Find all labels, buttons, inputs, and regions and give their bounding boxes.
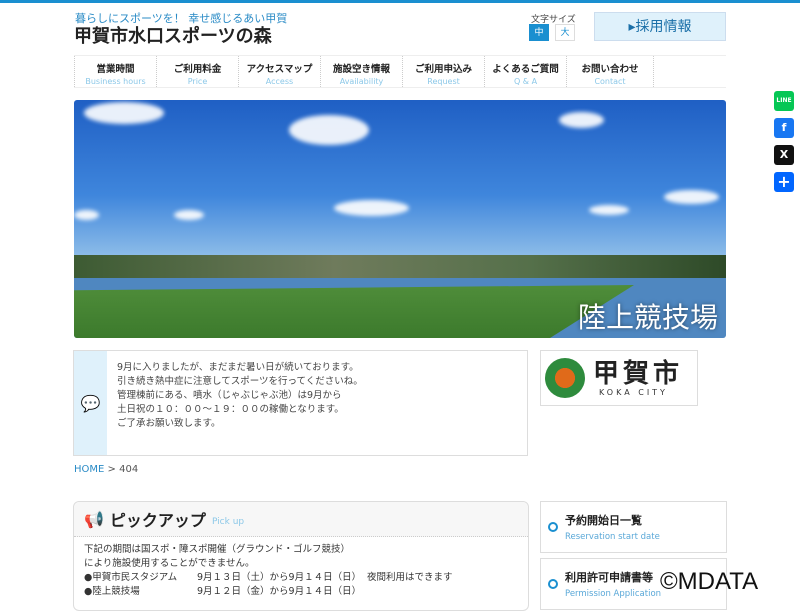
pickup-title: ピックアップ [109, 511, 206, 530]
breadcrumb-home[interactable]: HOME [74, 464, 104, 475]
row-dates: 9月１２日（金）から9月１４日（日） [197, 586, 362, 597]
nav-sublabel: Availability [339, 77, 384, 86]
hero-caption: 陸上競技場 [577, 301, 718, 334]
font-size-large-button[interactable]: 大 [555, 24, 575, 41]
nav-sublabel: Contact [594, 77, 626, 86]
line-icon[interactable]: LINE [774, 91, 794, 111]
share-plus-icon[interactable]: + [774, 172, 794, 192]
breadcrumb: HOME > 404 [74, 464, 138, 475]
hero-image: 陸上競技場 [74, 100, 726, 338]
nav-label: 営業時間 [96, 64, 135, 75]
circle-icon [548, 579, 558, 589]
notice-line: 9月に入りましたが、まだまだ暑い日が続いております。 [117, 362, 359, 373]
pickup-line: 下記の期間は国スポ・障スポ開催（グラウンド・ゴルフ競技） [84, 544, 351, 555]
nav-contact[interactable]: お問い合わせ Contact [566, 56, 654, 87]
nav-sublabel: Business hours [85, 77, 146, 86]
nav-label: ご利用申込み [414, 64, 472, 75]
pickup-row: ●陸上競技場 9月１２日（金）から9月１４日（日） [84, 585, 518, 599]
logo-english: KOKA CITY [599, 387, 668, 397]
nav-price[interactable]: ご利用料金 Price [156, 56, 238, 87]
nav-access[interactable]: アクセスマップ Access [238, 56, 320, 87]
nav-availability[interactable]: 施設空き情報 Availability [320, 56, 402, 87]
nav-label: アクセスマップ [246, 64, 313, 75]
pickup-section: 📢 ピックアップ Pick up 下記の期間は国スポ・障スポ開催（グラウンド・ゴルフ… [73, 501, 529, 611]
row-place: ●陸上競技場 [84, 586, 140, 597]
card-title: 予約開始日一覧 [565, 514, 642, 527]
row-place: ●甲賀市民スタジアム [84, 572, 178, 583]
font-size-medium-button[interactable]: 中 [529, 24, 549, 41]
nav-label: よくあるご質問 [492, 64, 559, 75]
pickup-line: により施設使用することができません。 [84, 558, 255, 569]
nav-sublabel: Price [187, 77, 208, 86]
nav-label: ご利用料金 [173, 64, 222, 75]
chat-bubble-icon: 💬 [74, 351, 107, 455]
nav-sublabel: Q & A [513, 77, 538, 86]
megaphone-icon: 📢 [84, 509, 104, 529]
nav-sublabel: Access [265, 77, 294, 86]
watermark: ©MDATA [660, 568, 759, 595]
breadcrumb-separator: > [107, 464, 116, 475]
nav-faq[interactable]: よくあるご質問 Q & A [484, 56, 566, 87]
x-icon[interactable]: X [774, 145, 794, 165]
notice-line: 引き続き熱中症に注意してスポーツを行ってくださいね。 [117, 376, 363, 387]
notice-line: 管理棟前にある、噴水（じゃぶじゃぶ池）は9月から [117, 390, 342, 401]
notice-box: 💬 9月に入りましたが、まだまだ暑い日が続いております。 引き続き熱中症に注意し… [73, 350, 528, 456]
nav-label: お問い合わせ [581, 64, 639, 75]
nav-label: 施設空き情報 [332, 64, 390, 75]
top-bar [0, 0, 800, 3]
logo-kanji: 甲賀市 [593, 358, 684, 389]
row-note: 夜間利用はできます [367, 572, 453, 583]
circle-icon [548, 522, 558, 532]
facebook-icon[interactable]: f [774, 118, 794, 138]
pickup-subtitle: Pick up [211, 517, 245, 527]
pickup-row: ●甲賀市民スタジアム 9月１３日（土）から9月１４日（日） 夜間利用はできます [84, 571, 518, 585]
card-subtitle: Reservation start date [565, 532, 660, 542]
koka-city-logo-link[interactable]: 甲賀市 KOKA CITY [540, 350, 698, 406]
nav-sublabel: Request [427, 77, 460, 86]
recruit-button[interactable]: ▸採用情報 [594, 12, 726, 41]
nav-request[interactable]: ご利用申込み Request [402, 56, 484, 87]
site-title[interactable]: 甲賀市水口スポーツの森 [74, 22, 272, 48]
notice-line: 土日祝の１０：００～１９：００の稼働となります。 [117, 404, 344, 415]
koka-emblem-icon [545, 358, 585, 398]
nav-business-hours[interactable]: 営業時間 Business hours [74, 56, 156, 87]
breadcrumb-current: 404 [119, 464, 139, 475]
notice-line: ご了承お願い致します。 [117, 418, 221, 429]
row-dates: 9月１３日（土）から9月１４日（日） [197, 572, 362, 583]
reservation-start-date-link[interactable]: 予約開始日一覧 Reservation start date [540, 501, 727, 553]
main-nav: 営業時間 Business hours ご利用料金 Price アクセスマップ Acc… [74, 55, 726, 88]
